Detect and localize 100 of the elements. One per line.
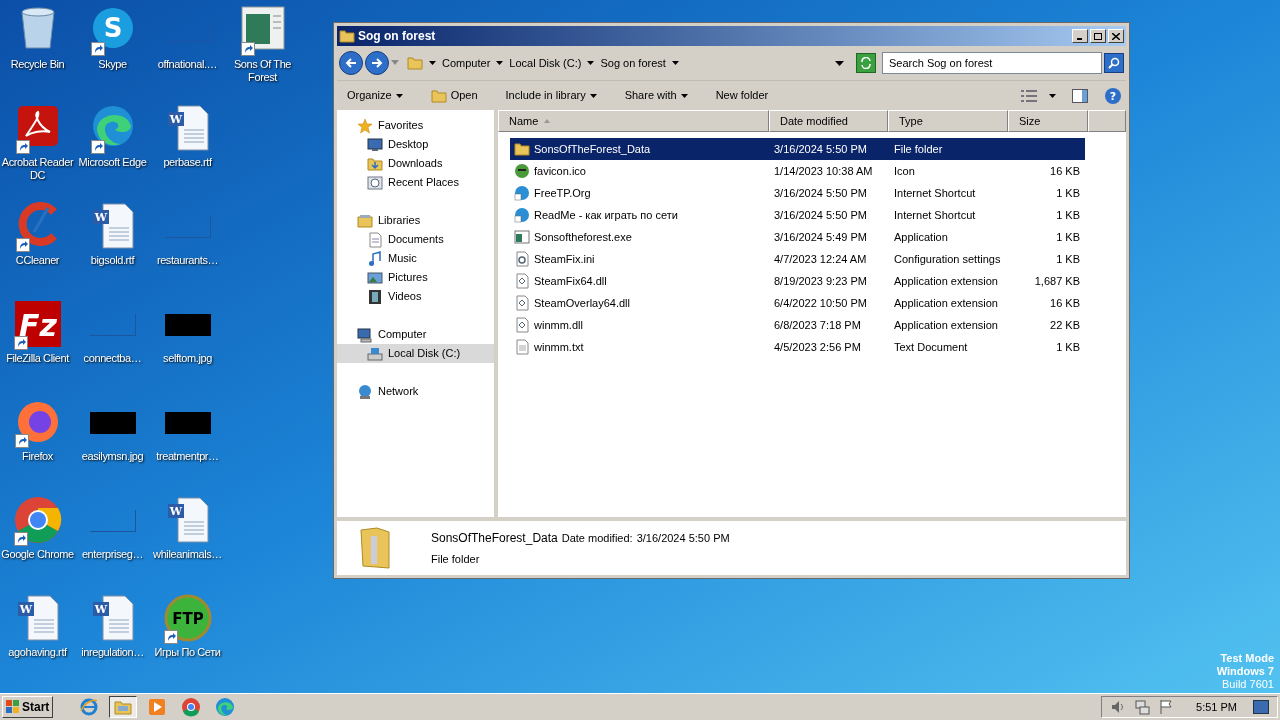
desktop-icon[interactable]: treatmentpr… [150,392,225,490]
flag-icon[interactable] [1158,699,1175,715]
file-type: File folder [893,141,944,157]
show-desktop-icon[interactable] [1253,700,1269,714]
nav-item[interactable]: Music [337,249,494,268]
desktop-icon[interactable]: Firefox [0,392,75,490]
desktop-icon[interactable]: W inregulation… [75,588,150,686]
breadcrumb-item[interactable]: Local Disk (C:) [509,54,582,72]
file-size: 1 KB [1055,207,1080,223]
desktop-icon[interactable]: W bigsold.rtf [75,196,150,294]
forward-button[interactable] [365,51,389,75]
search-field[interactable]: Search Sog on forest [882,52,1102,74]
desktop-icon-label: Microsoft Edge [77,156,148,169]
settings-file-icon [514,251,530,267]
maximize-button[interactable] [1090,29,1106,43]
file-row[interactable]: favicon.ico 1/14/2023 10:38 AM Icon 16 KB [510,160,1085,182]
desktop-icon-label: easilymsn.jpg [80,450,145,463]
file-row[interactable]: ReadMe - как играть по сети 3/16/2024 5:50 PM Internet Shortcut 1 KB [510,204,1085,226]
search-input[interactable]: Search Sog on forest [889,54,1095,72]
taskbar-button[interactable] [109,696,138,718]
file-size: 1 KB [1055,185,1080,201]
dll-file-icon [514,295,530,311]
nav-item[interactable]: Favorites [337,116,494,135]
back-button[interactable] [339,51,363,75]
desktop-icon[interactable]: restaurants… [150,196,225,294]
desktop-icon-label: treatmentpr… [155,450,220,463]
nav-item[interactable]: Network [337,382,494,401]
caret-icon [589,93,597,98]
desktop-icon[interactable]: FTP Игры По Сети [150,588,225,686]
desktop-icon[interactable]: S Skype [75,0,150,98]
preview-pane-icon[interactable] [1072,87,1088,104]
file-type: Icon [893,163,916,179]
breadcrumb-item[interactable]: Sog on forest [600,54,666,72]
desktop-icon[interactable]: Fz FileZilla Client [0,294,75,392]
file-type: Configuration settings [893,251,1002,267]
file-size: 16 KB [1049,295,1080,311]
caret-icon[interactable] [671,61,679,65]
caret-icon[interactable] [496,61,504,65]
nav-item[interactable]: Documents [337,230,494,249]
file-date: 6/8/2023 7:18 PM [773,317,862,333]
column-header[interactable]: Size [1008,110,1088,132]
nav-item[interactable]: Recent Places [337,173,494,192]
breadcrumb-item[interactable]: Computer [442,54,491,72]
desktop-icon[interactable]: Sons Of The Forest [225,0,300,98]
desktop-icon-label: Skype [97,58,128,71]
search-button[interactable] [1104,53,1124,73]
desktop-icon[interactable]: selftom.jpg [150,294,225,392]
file-row[interactable]: SteamFix.ini 4/7/2023 12:24 AM Configuration settings 1 KB [510,248,1085,270]
desktop-icon[interactable]: connectba… [75,294,150,392]
nav-item[interactable]: Computer [337,325,494,344]
internet-explorer-icon [79,697,100,717]
dropdown-caret-icon[interactable] [835,60,844,66]
file-row[interactable]: SteamOverlay64.dll 6/4/2022 10:50 PM Application extension 16 KB [510,292,1085,314]
view-options-button[interactable] [1021,89,1056,102]
desktop-icon[interactable]: enterpriseg… [75,490,150,588]
close-button[interactable] [1108,29,1124,43]
nav-item[interactable]: Desktop [337,135,494,154]
nav-item[interactable]: Videos [337,287,494,306]
file-row[interactable]: SteamFix64.dll 8/19/2023 9:23 PM Application extension 1,687 KB [510,270,1085,292]
nav-item[interactable]: Pictures [337,268,494,287]
file-row[interactable]: FreeTP.Org 3/16/2024 5:50 PM Internet Shortcut 1 KB [510,182,1085,204]
file-name: SteamFix.ini [534,251,595,267]
desktop-icon[interactable]: Microsoft Edge [75,98,150,196]
desktop-icon[interactable]: easilymsn.jpg [75,392,150,490]
minimize-button[interactable] [1072,29,1088,43]
nav-item[interactable]: Downloads [337,154,494,173]
desktop-icon[interactable]: W whileanimals… [150,490,225,588]
close-icon [1112,32,1120,40]
nav-item[interactable]: Local Disk (C:) [337,344,494,363]
toolbar-button[interactable]: Share with [618,84,694,107]
desktop-icon[interactable]: W perbase.rtf [150,98,225,196]
column-header[interactable]: Date modified [769,110,888,132]
picture-icon [367,269,383,286]
caret-icon[interactable] [587,61,595,65]
refresh-button[interactable] [856,53,876,73]
file-row[interactable]: winmm.dll 6/8/2023 7:18 PM Application extension 22 KB [510,314,1085,336]
toolbar-button[interactable]: Include in library [499,84,603,107]
clock-time[interactable]: 5:51 PM [1196,698,1237,716]
desktop-icon[interactable]: Google Chrome [0,490,75,588]
toolbar-button[interactable]: New folder [709,84,775,107]
start-button[interactable]: Start [2,696,54,718]
nav-item[interactable]: Libraries [337,211,494,230]
toolbar-button[interactable]: Organize [341,84,409,107]
desktop-icon[interactable]: offnational.… [150,0,225,98]
caret-icon[interactable] [429,61,436,65]
column-header[interactable]: Name [498,110,769,132]
network-icon[interactable] [1134,699,1151,715]
desktop-icon[interactable]: W agohaving.rtf [0,588,75,686]
file-name: FreeTP.Org [534,185,591,201]
file-row[interactable]: winmm.txt 4/5/2023 2:56 PM Text Document 1 KB [510,336,1085,358]
help-icon[interactable]: ? [1104,86,1122,105]
file-row[interactable]: SonsOfTheForest_Data 3/16/2024 5:50 PM File folder [510,138,1085,160]
desktop-icon[interactable]: Acrobat Reader DC [0,98,75,196]
column-header[interactable]: Type [888,110,1008,132]
image-thumbnail [89,412,136,434]
file-row[interactable]: Sonsoftheforest.exe 3/16/2024 5:49 PM Application 1 KB [510,226,1085,248]
computer-icon [357,326,373,343]
desktop-icon[interactable]: Recycle Bin [0,0,75,98]
desktop-icon[interactable]: CCleaner [0,196,75,294]
toolbar-button[interactable]: Open [424,84,484,107]
